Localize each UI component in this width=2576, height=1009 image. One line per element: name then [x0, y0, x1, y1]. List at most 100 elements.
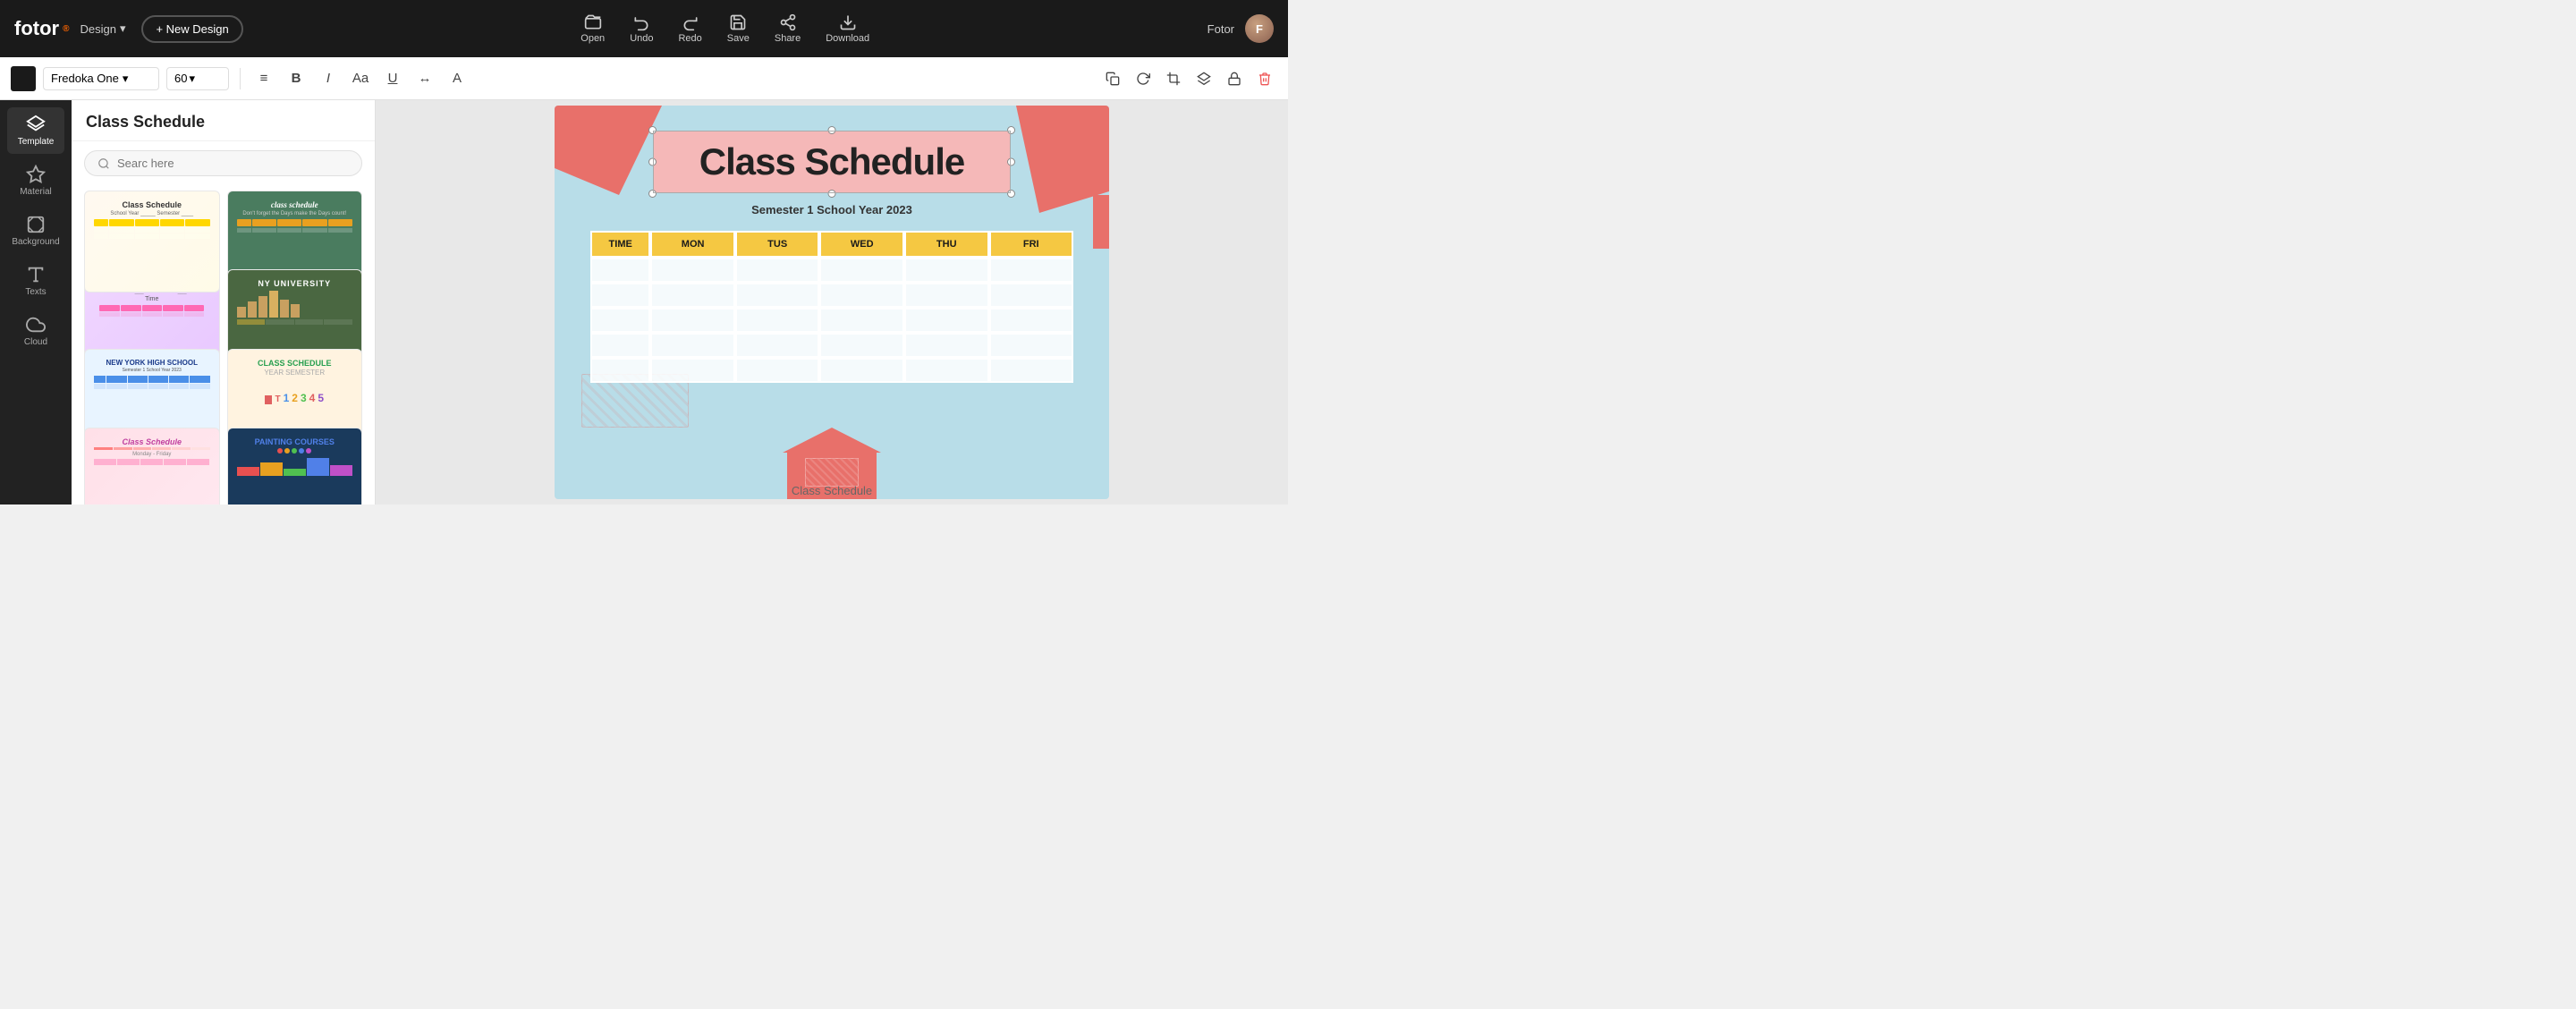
- design-menu[interactable]: Design ▾: [80, 21, 125, 36]
- open-label: Open: [580, 33, 605, 44]
- crop-icon: [1166, 72, 1181, 86]
- sidebar-item-background[interactable]: Background: [7, 208, 64, 254]
- sidebar-item-label: Background: [12, 237, 59, 247]
- chevron-down-icon: ▾: [189, 72, 195, 86]
- download-action[interactable]: Download: [826, 13, 869, 44]
- title-selection: Class Schedule: [653, 131, 1011, 193]
- canvas-subtitle-container: Semester 1 School Year 2023: [555, 202, 1109, 218]
- delete-button[interactable]: [1252, 66, 1277, 91]
- font-size-button[interactable]: Aa: [348, 66, 373, 91]
- separator: [240, 68, 241, 89]
- align-icon: ≡: [260, 71, 268, 86]
- case-button[interactable]: A: [445, 66, 470, 91]
- font-size-value: 60: [174, 72, 187, 85]
- new-design-label: + New Design: [156, 22, 228, 36]
- sidebar: Template Material Background Texts Cloud: [0, 100, 72, 504]
- star-icon: [26, 165, 46, 184]
- redo-action[interactable]: Redo: [678, 13, 701, 44]
- share-icon: [779, 13, 797, 31]
- underline-button[interactable]: U: [380, 66, 405, 91]
- cloud-icon: [26, 315, 46, 335]
- font-name: Fredoka One: [51, 72, 119, 85]
- chevron-down-icon: ▾: [120, 21, 126, 36]
- undo-label: Undo: [630, 33, 653, 44]
- layers-icon: [1197, 72, 1211, 86]
- bold-button[interactable]: B: [284, 66, 309, 91]
- rotate-icon: [1136, 72, 1150, 86]
- search-input[interactable]: [117, 157, 349, 170]
- logo-text: fotor: [14, 17, 59, 40]
- sidebar-item-material[interactable]: Material: [7, 157, 64, 204]
- template-item[interactable]: PAINTING COURSES: [227, 428, 363, 504]
- deco-top-left: [555, 106, 662, 195]
- topbar-actions: Open Undo Redo Save Share Download: [243, 13, 1208, 44]
- template-item[interactable]: Class Schedule School Year _____ Semeste…: [84, 191, 220, 293]
- duplicate-button[interactable]: [1100, 66, 1125, 91]
- undo-icon: [632, 13, 650, 31]
- duplicate-icon: [1106, 72, 1120, 86]
- table-header-tus: TUS: [735, 231, 820, 258]
- toolbar-right: [1100, 66, 1277, 91]
- layers-button[interactable]: [1191, 66, 1216, 91]
- lock-icon: [1227, 72, 1241, 86]
- main-layout: Template Material Background Texts Cloud…: [0, 100, 1288, 504]
- layers-icon: [26, 114, 46, 134]
- table-row: [590, 333, 1073, 358]
- text-icon: [26, 265, 46, 284]
- template-grid: Class Schedule School Year _____ Semeste…: [72, 185, 375, 504]
- open-icon: [584, 13, 602, 31]
- bold-icon: B: [292, 71, 301, 86]
- italic-icon: I: [326, 71, 330, 86]
- table-header-fri: FRI: [989, 231, 1074, 258]
- save-label: Save: [727, 33, 750, 44]
- topbar: fotor ® Design ▾ + New Design Open Undo R…: [0, 0, 1288, 57]
- search-box[interactable]: [84, 150, 362, 176]
- table-header-row: TIME MON TUS WED THU FRI: [590, 231, 1073, 258]
- save-icon: [729, 13, 747, 31]
- table-header-wed: WED: [819, 231, 904, 258]
- background-icon: [26, 215, 46, 234]
- share-label: Share: [775, 33, 801, 44]
- open-action[interactable]: Open: [580, 13, 605, 44]
- download-label: Download: [826, 33, 869, 44]
- bottom-label-text: Class Schedule: [792, 484, 872, 497]
- avatar: F: [1245, 14, 1274, 43]
- logo: fotor ®: [14, 17, 69, 40]
- underline-icon: U: [388, 71, 398, 86]
- font-selector[interactable]: Fredoka One ▾: [43, 67, 159, 90]
- canvas-subtitle: Semester 1 School Year 2023: [751, 203, 912, 216]
- share-action[interactable]: Share: [775, 13, 801, 44]
- lock-button[interactable]: [1222, 66, 1247, 91]
- case-icon: A: [453, 71, 462, 86]
- table-row: [590, 358, 1073, 383]
- sidebar-item-label: Template: [18, 137, 55, 147]
- search-icon: [97, 157, 110, 170]
- font-size-box[interactable]: 60 ▾: [166, 67, 229, 90]
- crop-button[interactable]: [1161, 66, 1186, 91]
- size-aa-icon: Aa: [352, 71, 369, 86]
- redo-label: Redo: [678, 33, 701, 44]
- table-header-time: TIME: [590, 231, 650, 258]
- logo-superscript: ®: [63, 24, 69, 34]
- align-button[interactable]: ≡: [251, 66, 276, 91]
- sidebar-item-template[interactable]: Template: [7, 107, 64, 154]
- font-color-picker[interactable]: [11, 66, 36, 91]
- template-item[interactable]: Class Schedule Monday - Friday: [84, 428, 220, 504]
- italic-button[interactable]: I: [316, 66, 341, 91]
- panel-title: Class Schedule: [72, 100, 375, 141]
- canvas: Class Schedule Semester 1 School Year 20…: [555, 106, 1109, 499]
- canvas-bottom-label: Class Schedule: [792, 484, 872, 497]
- rotate-button[interactable]: [1131, 66, 1156, 91]
- schedule-table: TIME MON TUS WED THU FRI: [590, 231, 1073, 383]
- undo-action[interactable]: Undo: [630, 13, 653, 44]
- table-row: [590, 308, 1073, 333]
- chevron-down-icon: ▾: [123, 72, 129, 86]
- save-action[interactable]: Save: [727, 13, 750, 44]
- table-header-thu: THU: [904, 231, 989, 258]
- new-design-button[interactable]: + New Design: [141, 15, 242, 43]
- sidebar-item-texts[interactable]: Texts: [7, 258, 64, 304]
- letter-spacing-button[interactable]: ↔: [412, 66, 437, 91]
- toolbar: Fredoka One ▾ 60 ▾ ≡ B I Aa U ↔ A: [0, 57, 1288, 100]
- letter-spacing-icon: ↔: [419, 71, 432, 86]
- sidebar-item-cloud[interactable]: Cloud: [7, 308, 64, 354]
